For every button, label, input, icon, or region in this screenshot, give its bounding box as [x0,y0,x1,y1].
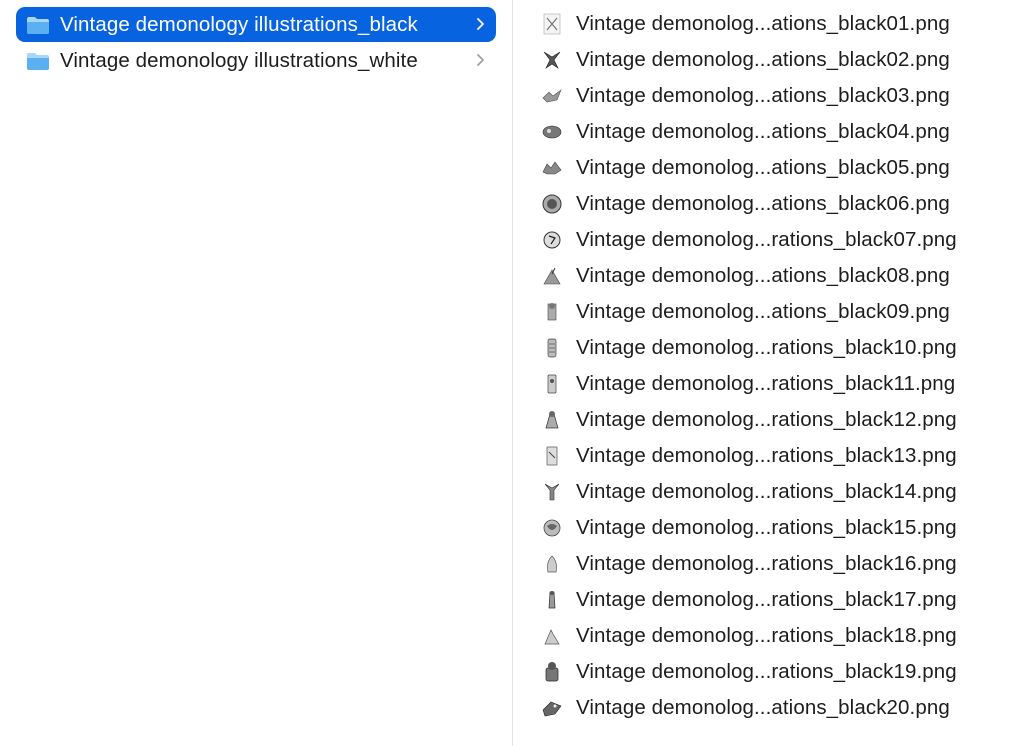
file-row[interactable]: Vintage demonolog...rations_black13.png [541,438,1011,474]
file-label: Vintage demonolog...rations_black11.png [576,372,956,395]
file-row[interactable]: Vintage demonolog...rations_black15.png [541,510,1011,546]
file-row[interactable]: Vintage demonolog...rations_black14.png [541,474,1011,510]
file-label: Vintage demonolog...rations_black17.png [576,588,957,611]
file-row[interactable]: Vintage demonolog...ations_black09.png [541,294,1011,330]
file-label: Vintage demonolog...ations_black02.png [576,48,950,71]
folder-row-white[interactable]: Vintage demonology illustrations_white [16,43,496,78]
image-thumbnail-icon [541,156,563,180]
file-row[interactable]: Vintage demonolog...ations_black20.png [541,690,1011,726]
image-thumbnail-icon [541,264,563,288]
folder-row-black[interactable]: Vintage demonology illustrations_black [16,7,496,42]
image-thumbnail-icon [541,12,563,36]
image-thumbnail-icon [541,192,563,216]
folder-icon [27,16,49,34]
image-thumbnail-icon [541,660,563,684]
file-row[interactable]: Vintage demonolog...ations_black03.png [541,78,1011,114]
image-thumbnail-icon [541,444,563,468]
file-row[interactable]: Vintage demonolog...rations_black11.png [541,366,1011,402]
file-row[interactable]: Vintage demonolog...ations_black05.png [541,150,1011,186]
file-row[interactable]: Vintage demonolog...rations_black18.png [541,618,1011,654]
file-column: Vintage demonolog...ations_black01.png V… [513,0,1024,746]
image-thumbnail-icon [541,372,563,396]
image-thumbnail-icon [541,228,563,252]
folder-label: Vintage demonology illustrations_black [60,12,418,36]
folder-icon [27,52,49,70]
image-thumbnail-icon [541,120,563,144]
file-label: Vintage demonolog...ations_black04.png [576,120,950,143]
file-label: Vintage demonolog...ations_black09.png [576,300,950,323]
file-row[interactable]: Vintage demonolog...ations_black01.png [541,6,1011,42]
image-thumbnail-icon [541,408,563,432]
file-label: Vintage demonolog...ations_black20.png [576,696,950,719]
folder-column: Vintage demonology illustrations_black V… [0,0,512,746]
image-thumbnail-icon [541,696,563,720]
file-row[interactable]: Vintage demonolog...rations_black10.png [541,330,1011,366]
image-thumbnail-icon [541,480,563,504]
file-label: Vintage demonolog...ations_black05.png [576,156,950,179]
file-label: Vintage demonolog...rations_black13.png [576,444,957,467]
file-label: Vintage demonolog...rations_black18.png [576,624,957,647]
file-row[interactable]: Vintage demonolog...ations_black06.png [541,186,1011,222]
chevron-right-icon [477,54,484,66]
image-thumbnail-icon [541,300,563,324]
chevron-right-icon [477,18,484,30]
image-thumbnail-icon [541,516,563,540]
file-row[interactable]: Vintage demonolog...rations_black12.png [541,402,1011,438]
image-thumbnail-icon [541,588,563,612]
file-label: Vintage demonolog...rations_black12.png [576,408,957,431]
image-thumbnail-icon [541,552,563,576]
file-row[interactable]: Vintage demonolog...ations_black08.png [541,258,1011,294]
image-thumbnail-icon [541,48,563,72]
folder-label: Vintage demonology illustrations_white [60,48,418,72]
file-label: Vintage demonolog...ations_black03.png [576,84,950,107]
image-thumbnail-icon [541,336,563,360]
file-label: Vintage demonolog...ations_black06.png [576,192,950,215]
file-row[interactable]: Vintage demonolog...rations_black16.png [541,546,1011,582]
file-label: Vintage demonolog...rations_black15.png [576,516,957,539]
file-label: Vintage demonolog...ations_black01.png [576,12,950,35]
file-label: Vintage demonolog...rations_black07.png [576,228,957,251]
file-label: Vintage demonolog...rations_black14.png [576,480,957,503]
image-thumbnail-icon [541,84,563,108]
file-row[interactable]: Vintage demonolog...rations_black17.png [541,582,1011,618]
file-label: Vintage demonolog...rations_black10.png [576,336,957,359]
file-label: Vintage demonolog...rations_black16.png [576,552,957,575]
file-label: Vintage demonolog...rations_black19.png [576,660,957,683]
image-thumbnail-icon [541,624,563,648]
file-row[interactable]: Vintage demonolog...rations_black07.png [541,222,1011,258]
file-label: Vintage demonolog...ations_black08.png [576,264,950,287]
file-row[interactable]: Vintage demonolog...ations_black04.png [541,114,1011,150]
file-row[interactable]: Vintage demonolog...rations_black19.png [541,654,1011,690]
file-row[interactable]: Vintage demonolog...ations_black02.png [541,42,1011,78]
